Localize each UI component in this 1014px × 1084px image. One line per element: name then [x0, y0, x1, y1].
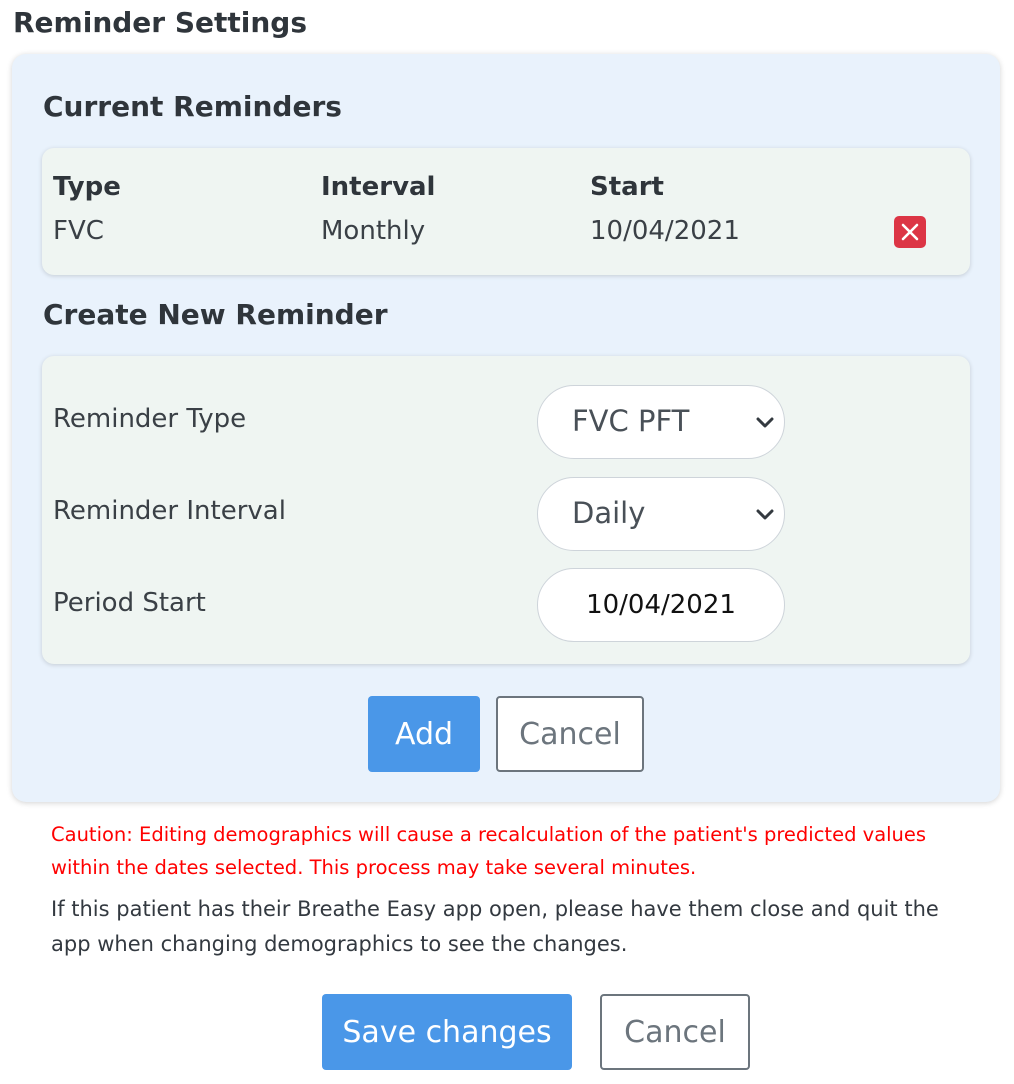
- chevron-down-icon: [756, 509, 774, 520]
- reminder-interval-label: Reminder Interval: [53, 496, 286, 526]
- delete-reminder-button[interactable]: [894, 216, 926, 248]
- reminder-type-select[interactable]: FVC PFT: [537, 385, 785, 459]
- period-start-date-input[interactable]: 10/04/2021: [537, 568, 785, 642]
- reminder-start-cell: 10/04/2021: [590, 216, 740, 246]
- add-reminder-button[interactable]: Add: [368, 696, 480, 772]
- period-start-label: Period Start: [53, 588, 206, 618]
- reminder-interval-cell: Monthly: [321, 216, 426, 246]
- reminder-interval-value: Daily: [572, 496, 646, 530]
- column-header-start: Start: [590, 172, 664, 202]
- current-reminders-title: Current Reminders: [43, 90, 342, 123]
- column-header-interval: Interval: [321, 172, 436, 202]
- info-message: If this patient has their Breathe Easy a…: [51, 897, 939, 956]
- reminder-interval-select[interactable]: Daily: [537, 477, 785, 551]
- page-title: Reminder Settings: [13, 6, 308, 39]
- column-header-type: Type: [53, 172, 121, 202]
- reminder-type-cell: FVC: [53, 216, 104, 246]
- reminder-type-value: FVC PFT: [572, 404, 690, 438]
- current-reminders-table: [42, 148, 970, 275]
- reminder-type-label: Reminder Type: [53, 404, 247, 434]
- create-reminder-title: Create New Reminder: [43, 298, 388, 331]
- save-changes-button[interactable]: Save changes: [322, 994, 572, 1070]
- chevron-down-icon: [756, 417, 774, 428]
- cancel-reminder-button[interactable]: Cancel: [496, 696, 644, 772]
- caution-message: Caution: Editing demographics will cause…: [51, 823, 927, 879]
- close-icon: [901, 223, 919, 241]
- cancel-button[interactable]: Cancel: [600, 994, 750, 1070]
